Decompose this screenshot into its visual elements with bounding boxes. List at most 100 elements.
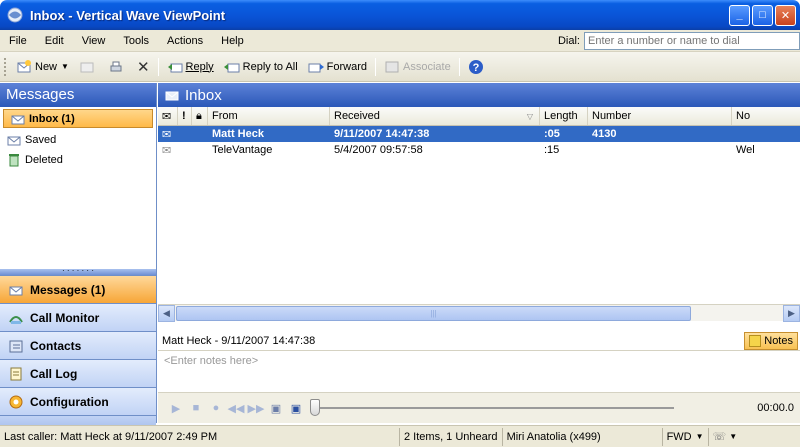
- playback-controls: ▶ ■ ● ◀◀ ▶▶ ▣ ▣ 00:00.0: [158, 392, 800, 423]
- fast-forward-icon[interactable]: ▶▶: [246, 402, 266, 415]
- reply-all-button[interactable]: Reply to All: [219, 56, 303, 78]
- nav-call-monitor[interactable]: Call Monitor: [0, 303, 156, 331]
- toolbar-separator: [157, 57, 159, 76]
- reply-all-icon: [223, 63, 240, 72]
- nav-messages-label: Messages (1): [30, 282, 106, 297]
- record-icon[interactable]: ●: [206, 402, 226, 414]
- maximize-button[interactable]: □: [752, 4, 773, 26]
- dial-input[interactable]: [584, 31, 800, 50]
- stop-icon[interactable]: ■: [186, 402, 206, 414]
- cell-received: 5/4/2007 09:57:58: [334, 144, 423, 156]
- column-number-label: Number: [592, 110, 632, 122]
- scroll-left-button[interactable]: ◀: [158, 304, 175, 322]
- table-row[interactable]: ✉ TeleVantage 5/4/2007 09:57:58 :15 Wel: [158, 142, 800, 158]
- printer-icon: [110, 61, 122, 71]
- recycle-icon: [9, 154, 19, 167]
- delete-button[interactable]: ✕: [132, 56, 155, 78]
- column-from[interactable]: From: [208, 107, 330, 125]
- menu-file[interactable]: File: [0, 35, 36, 47]
- column-length[interactable]: Length: [540, 107, 588, 125]
- table-row[interactable]: ✉ Matt Heck 9/11/2007 14:47:38 :05 4130: [158, 126, 800, 142]
- folder-list: Inbox (1) Saved Deleted: [0, 109, 156, 269]
- play-message-button[interactable]: [74, 56, 103, 78]
- status-counts: 2 Items, 1 Unheard: [400, 427, 503, 446]
- column-notes-label: No: [736, 110, 751, 122]
- cell-received: 9/11/2007 14:47:38: [334, 128, 430, 140]
- toolbar-grip[interactable]: [4, 57, 7, 76]
- minimize-icon: _: [736, 9, 743, 21]
- close-button[interactable]: ✕: [775, 4, 796, 26]
- rewind-icon[interactable]: ◀◀: [226, 402, 246, 415]
- folder-saved[interactable]: Saved: [0, 130, 156, 150]
- notes-button[interactable]: Notes: [744, 332, 798, 350]
- menu-view[interactable]: View: [73, 35, 115, 47]
- column-received[interactable]: Received ▽: [330, 107, 540, 125]
- horizontal-scrollbar[interactable]: ◀ ||| ▶: [158, 304, 800, 322]
- phone-icon: ☏: [712, 431, 727, 443]
- call-log-icon: [10, 367, 22, 380]
- chevron-left-icon: ◀: [163, 307, 170, 318]
- slider-thumb[interactable]: [310, 399, 320, 416]
- column-priority[interactable]: !: [178, 107, 192, 125]
- notes-input[interactable]: <Enter notes here>: [158, 352, 800, 390]
- grip-icon: |||: [430, 308, 437, 318]
- menu-help[interactable]: Help: [212, 35, 253, 47]
- nav-messages[interactable]: Messages (1): [0, 275, 156, 303]
- delete-x-icon: ✕: [136, 58, 150, 76]
- save-delete-icon[interactable]: ▣: [286, 402, 306, 415]
- status-mode-label: FWD: [666, 430, 692, 443]
- message-list-header: ✉ ! 🔒︎ From Received ▽ Length Number No: [158, 107, 800, 126]
- nav-contacts[interactable]: Contacts: [0, 331, 156, 359]
- nav-call-log[interactable]: Call Log: [0, 359, 156, 387]
- unheard-message-icon: ✉: [162, 128, 172, 141]
- chevron-down-icon[interactable]: ▼: [61, 62, 69, 71]
- inbox-header-icon: [165, 91, 179, 101]
- status-phone-menu[interactable]: ☏ ▼: [709, 428, 742, 446]
- scrollbar-thumb[interactable]: |||: [176, 305, 691, 321]
- forward-icon: [308, 63, 324, 72]
- dial-label: Dial:: [557, 34, 580, 47]
- notes-button-label: Notes: [764, 335, 793, 347]
- scroll-right-button[interactable]: ▶: [783, 304, 800, 322]
- folder-label: Saved: [25, 134, 57, 146]
- heard-message-icon: ✉: [162, 144, 172, 157]
- menu-edit[interactable]: Edit: [36, 35, 73, 47]
- envelope-icon: ✉: [162, 110, 172, 123]
- associate-label: Associate: [403, 60, 451, 73]
- app-icon: [7, 7, 23, 23]
- reply-icon: [167, 63, 183, 72]
- save-icon[interactable]: ▣: [266, 402, 286, 415]
- priority-icon: !: [182, 110, 186, 122]
- status-bar: Last caller: Matt Heck at 9/11/2007 2:49…: [0, 425, 800, 447]
- menu-tools[interactable]: Tools: [114, 35, 158, 47]
- new-message-icon: [17, 59, 31, 72]
- close-icon: ✕: [780, 9, 791, 22]
- contacts-icon: [9, 340, 23, 352]
- inbox-icon: [11, 115, 25, 124]
- menu-bar: File Edit View Tools Actions Help Dial:: [0, 30, 800, 52]
- menu-actions[interactable]: Actions: [158, 35, 212, 47]
- folder-deleted[interactable]: Deleted: [0, 150, 156, 170]
- help-icon: ?: [468, 59, 483, 74]
- column-private[interactable]: 🔒︎: [192, 107, 208, 125]
- reply-button[interactable]: Reply: [162, 56, 219, 78]
- window-title: Inbox - Vertical Wave ViewPoint: [30, 7, 226, 23]
- new-button[interactable]: New ▼: [11, 56, 74, 78]
- playback-slider[interactable]: [310, 399, 674, 416]
- column-notes[interactable]: No: [732, 107, 800, 125]
- column-number[interactable]: Number: [588, 107, 732, 125]
- folder-inbox[interactable]: Inbox (1): [3, 109, 153, 128]
- navigation-pane: Messages Inbox (1) Saved Deleted · · · ·…: [0, 83, 157, 443]
- minimize-button[interactable]: _: [729, 4, 750, 26]
- column-type[interactable]: ✉: [158, 107, 178, 125]
- forward-button[interactable]: Forward: [303, 56, 372, 78]
- cell-from: Matt Heck: [212, 128, 264, 140]
- play-icon[interactable]: ▶: [166, 402, 186, 415]
- associate-button[interactable]: Associate: [379, 56, 456, 78]
- status-forward-mode[interactable]: FWD ▼: [663, 427, 709, 446]
- nav-configuration[interactable]: Configuration: [0, 387, 156, 415]
- lock-icon: 🔒︎: [196, 109, 202, 122]
- associate-icon: [385, 61, 399, 72]
- help-button[interactable]: ?: [463, 56, 492, 78]
- print-button[interactable]: [103, 56, 132, 78]
